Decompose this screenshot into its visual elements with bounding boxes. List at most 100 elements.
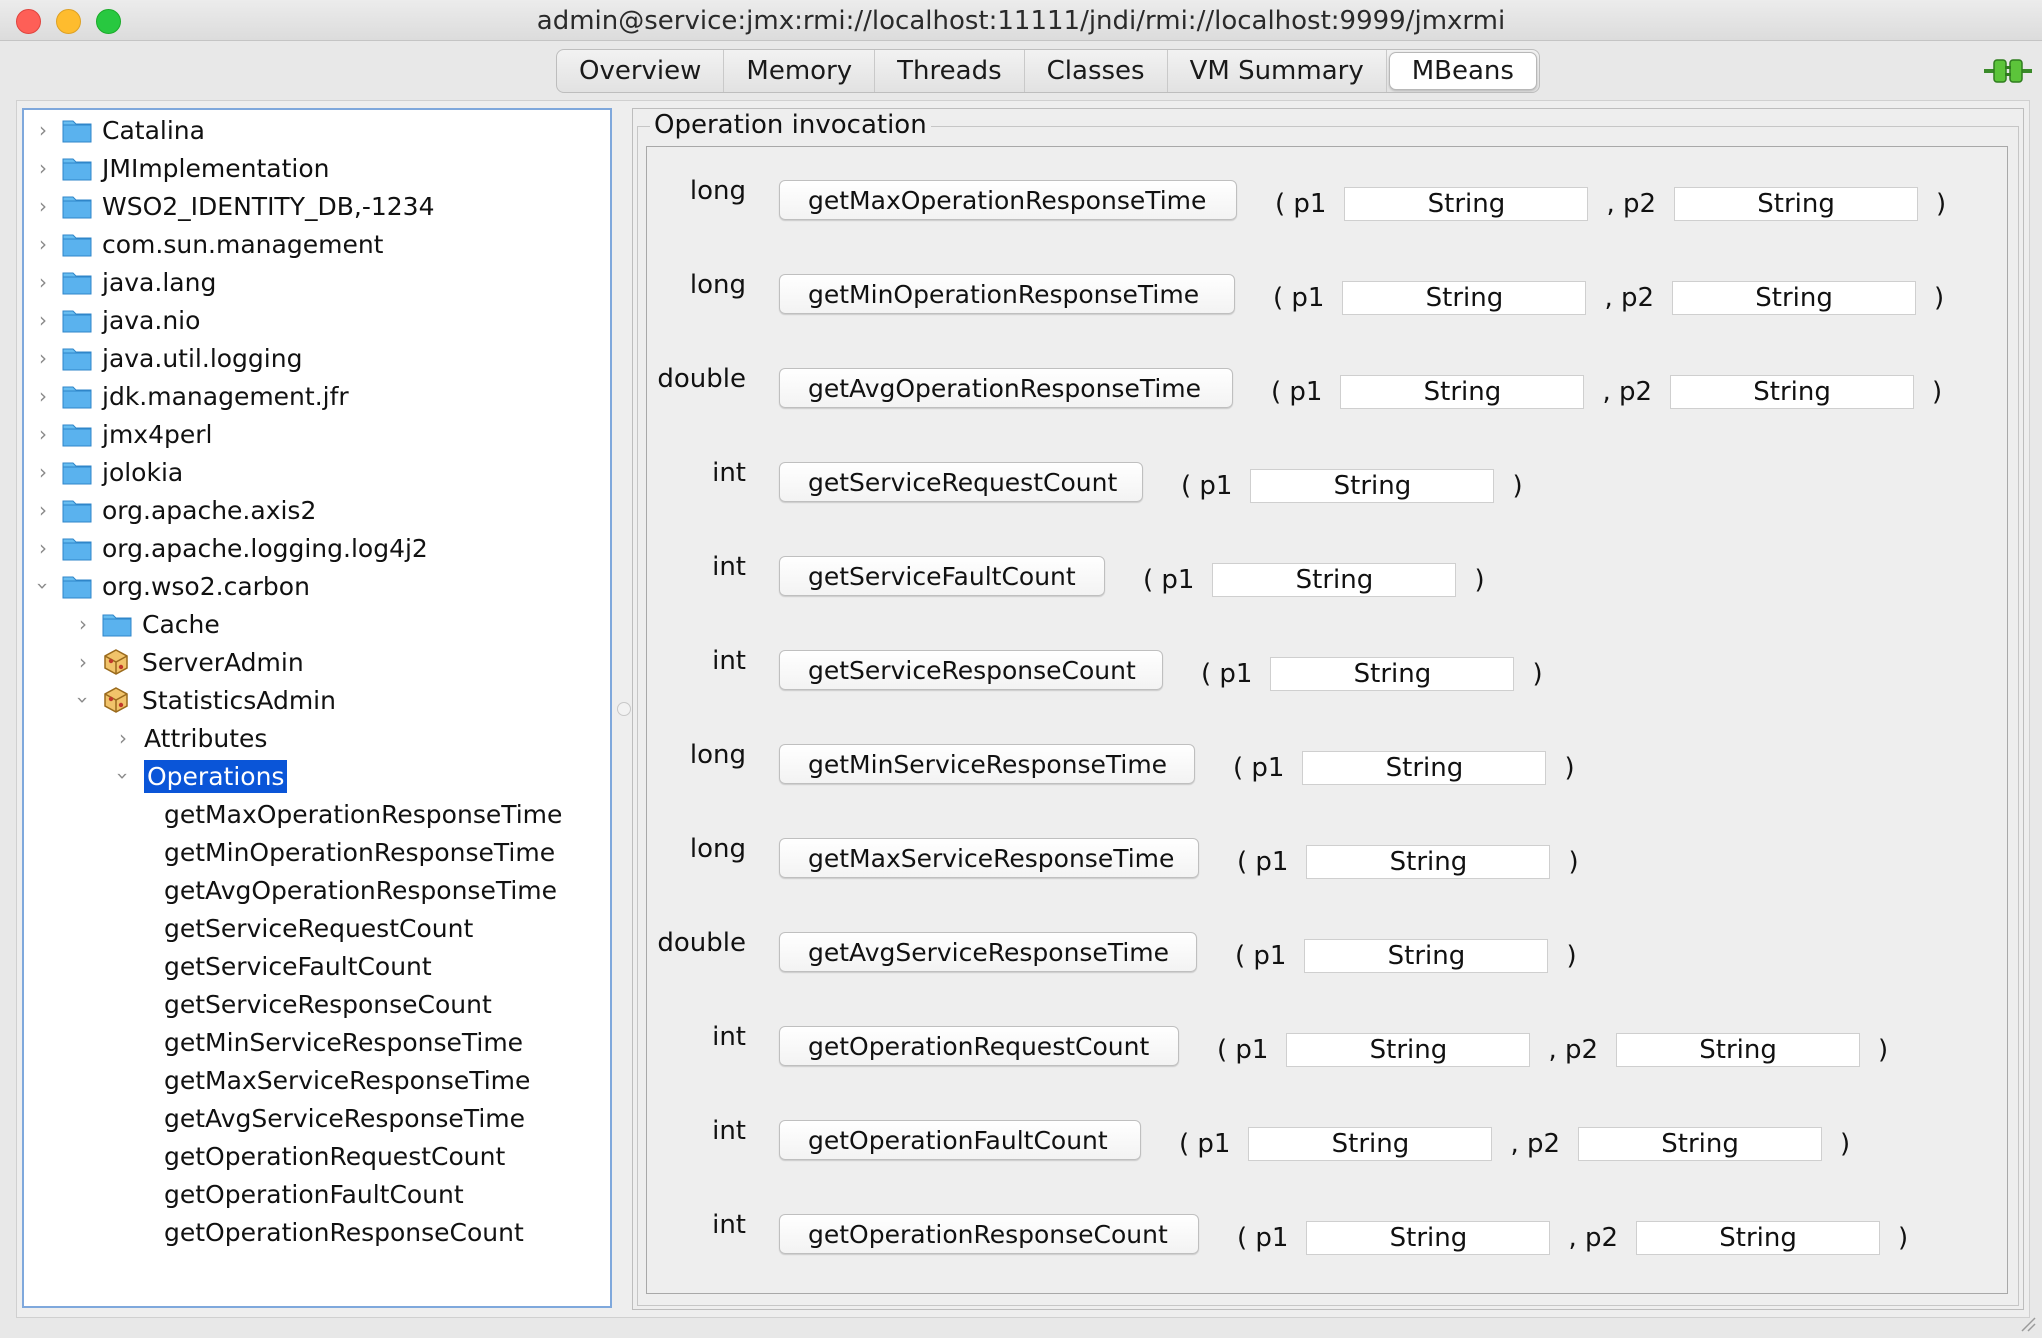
- param-p2-field[interactable]: String: [1578, 1127, 1823, 1161]
- tab-bar: Overview Memory Threads Classes VM Summa…: [556, 49, 1540, 93]
- param-p2-field[interactable]: String: [1672, 281, 1917, 315]
- tree-item-label: Catalina: [102, 115, 205, 145]
- param-open: ( p1: [1235, 941, 1287, 971]
- resize-grip-icon[interactable]: [2018, 1314, 2036, 1332]
- chevron-right-icon[interactable]: ›: [32, 422, 54, 446]
- param-separator: , p2: [1568, 1223, 1619, 1253]
- param-p1-field[interactable]: String: [1286, 1033, 1531, 1067]
- param-p1-field[interactable]: String: [1344, 187, 1589, 221]
- invoke-operation-button[interactable]: getOperationRequestCount: [779, 1026, 1179, 1066]
- folder-icon: [62, 424, 92, 447]
- param-open: ( p1: [1275, 189, 1327, 219]
- param-close: ): [1878, 1035, 1889, 1065]
- return-type: int: [712, 646, 746, 676]
- param-p1-field[interactable]: String: [1250, 469, 1495, 503]
- parameter-group: ( p1 String): [1229, 750, 1579, 786]
- param-open: ( p1: [1217, 1035, 1269, 1065]
- parameter-group: ( p1 String): [1231, 938, 1581, 974]
- return-type: int: [712, 1022, 746, 1052]
- operation-invocation-title: Operation invocation: [650, 110, 931, 140]
- param-p2-field[interactable]: String: [1670, 375, 1915, 409]
- operation-row: int getServiceRequestCount ( p1 String): [0, 448, 2042, 508]
- tree-item-domain[interactable]: › Catalina: [32, 112, 205, 148]
- operation-row: long getMaxServiceResponseTime ( p1 String): [0, 824, 2042, 884]
- tab-classes[interactable]: Classes: [1025, 50, 1168, 92]
- param-close: ): [1934, 283, 1945, 313]
- return-type: long: [689, 176, 746, 206]
- splitter-handle[interactable]: [617, 702, 631, 716]
- param-p1-field[interactable]: String: [1340, 375, 1585, 409]
- invoke-operation-button[interactable]: getMaxServiceResponseTime: [779, 838, 1199, 878]
- parameter-group: ( p1 String , p2 String): [1213, 1032, 1892, 1068]
- operation-row: int getServiceResponseCount ( p1 String): [0, 636, 2042, 696]
- parameter-group: ( p1 String , p2 String): [1233, 1220, 1912, 1256]
- param-close: ): [1936, 189, 1947, 219]
- folder-icon: [102, 614, 132, 637]
- tab-vm-summary[interactable]: VM Summary: [1168, 50, 1387, 92]
- return-type: long: [689, 834, 746, 864]
- invoke-operation-button[interactable]: getOperationFaultCount: [779, 1120, 1141, 1160]
- param-close: ): [1512, 471, 1523, 501]
- param-open: ( p1: [1181, 471, 1233, 501]
- param-p1-field[interactable]: String: [1248, 1127, 1493, 1161]
- operation-row: double getAvgServiceResponseTime ( p1 Strin…: [0, 918, 2042, 978]
- tree-item-label: com.sun.management: [102, 229, 384, 259]
- param-p1-field[interactable]: String: [1306, 1221, 1551, 1255]
- invoke-operation-button[interactable]: getServiceFaultCount: [779, 556, 1105, 596]
- operation-row: long getMinServiceResponseTime ( p1 String): [0, 730, 2042, 790]
- return-type: long: [689, 270, 746, 300]
- parameter-group: ( p1 String , p2 String): [1269, 280, 1948, 316]
- param-p2-field[interactable]: String: [1674, 187, 1919, 221]
- param-separator: , p2: [1604, 283, 1655, 313]
- invoke-operation-button[interactable]: getOperationResponseCount: [779, 1214, 1199, 1254]
- parameter-group: ( p1 String): [1197, 656, 1547, 692]
- parameter-group: ( p1 String): [1139, 562, 1489, 598]
- return-type: int: [712, 458, 746, 488]
- connection-plug-icon[interactable]: [1984, 56, 2032, 86]
- tab-memory[interactable]: Memory: [724, 50, 876, 92]
- operation-row: int getOperationRequestCount ( p1 String , p…: [0, 1012, 2042, 1072]
- operation-row: int getOperationFaultCount ( p1 String , p2 S…: [0, 1106, 2042, 1166]
- parameter-group: ( p1 String): [1177, 468, 1527, 504]
- chevron-right-icon[interactable]: ›: [72, 612, 94, 636]
- param-open: ( p1: [1271, 377, 1323, 407]
- param-p2-field[interactable]: String: [1616, 1033, 1861, 1067]
- param-p1-field[interactable]: String: [1212, 563, 1457, 597]
- invoke-operation-button[interactable]: getAvgOperationResponseTime: [779, 368, 1233, 408]
- invoke-operation-button[interactable]: getMinServiceResponseTime: [779, 744, 1195, 784]
- folder-icon: [62, 234, 92, 257]
- param-open: ( p1: [1237, 1223, 1289, 1253]
- tab-mbeans[interactable]: MBeans: [1388, 52, 1537, 90]
- parameter-group: ( p1 String , p2 String): [1175, 1126, 1854, 1162]
- chevron-right-icon[interactable]: ›: [32, 232, 54, 256]
- param-p1-field[interactable]: String: [1302, 751, 1547, 785]
- tree-item-domain[interactable]: › jmx4perl: [32, 416, 212, 452]
- tree-item-domain[interactable]: › com.sun.management: [32, 226, 383, 262]
- param-close: ): [1568, 847, 1579, 877]
- param-p1-field[interactable]: String: [1304, 939, 1549, 973]
- param-p1-field[interactable]: String: [1306, 845, 1551, 879]
- invoke-operation-button[interactable]: getMinOperationResponseTime: [779, 274, 1235, 314]
- operation-row: long getMaxOperationResponseTime ( p1 Strin…: [0, 166, 2042, 226]
- tab-overview[interactable]: Overview: [557, 50, 725, 92]
- param-separator: , p2: [1510, 1129, 1561, 1159]
- invoke-operation-button[interactable]: getServiceResponseCount: [779, 650, 1163, 690]
- param-p2-field[interactable]: String: [1636, 1221, 1881, 1255]
- param-separator: , p2: [1548, 1035, 1599, 1065]
- operation-row: double getAvgOperationResponseTime ( p1 Str…: [0, 354, 2042, 414]
- parameter-group: ( p1 String): [1233, 844, 1583, 880]
- invoke-operation-button[interactable]: getMaxOperationResponseTime: [779, 180, 1237, 220]
- invoke-operation-button[interactable]: getServiceRequestCount: [779, 462, 1143, 502]
- invoke-operation-button[interactable]: getAvgServiceResponseTime: [779, 932, 1197, 972]
- param-close: ): [1532, 659, 1543, 689]
- param-p1-field[interactable]: String: [1342, 281, 1587, 315]
- chevron-right-icon[interactable]: ›: [32, 118, 54, 142]
- folder-icon: [62, 120, 92, 143]
- param-p1-field[interactable]: String: [1270, 657, 1515, 691]
- title-bar: admin@service:jmx:rmi://localhost:11111/…: [0, 0, 2042, 41]
- param-close: ): [1840, 1129, 1851, 1159]
- param-open: ( p1: [1179, 1129, 1231, 1159]
- tab-threads[interactable]: Threads: [875, 50, 1025, 92]
- return-type: int: [712, 1116, 746, 1146]
- operation-row: int getServiceFaultCount ( p1 String): [0, 542, 2042, 602]
